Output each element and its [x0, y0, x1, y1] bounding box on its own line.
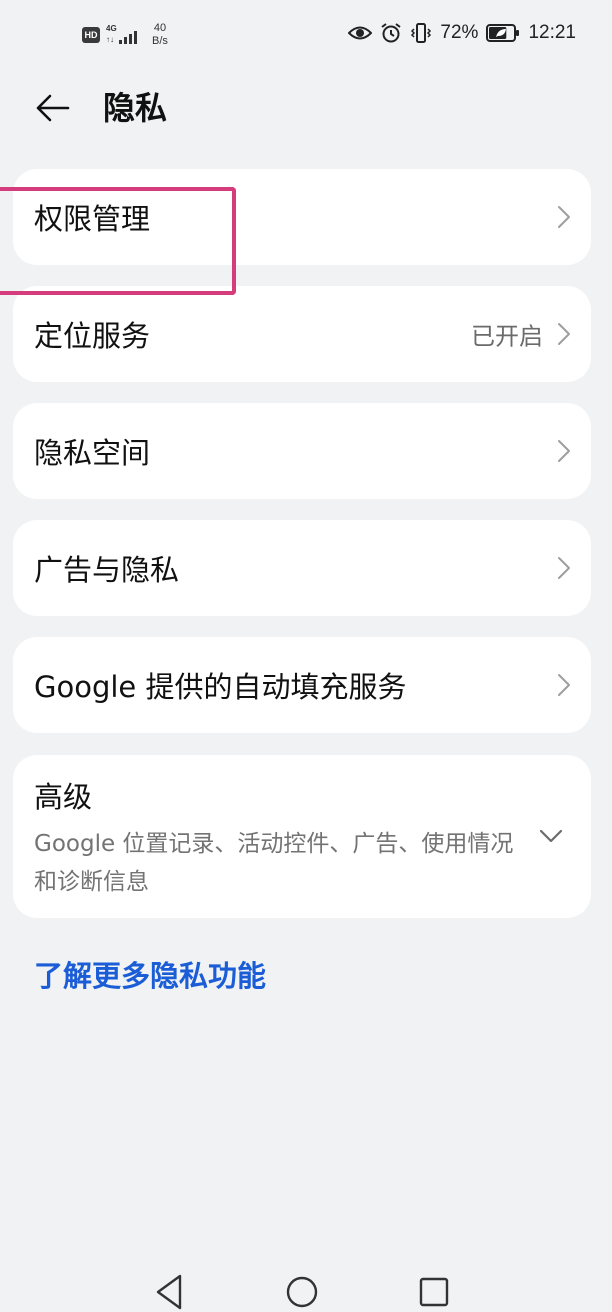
page-title: 隐私 [103, 89, 168, 127]
home-circle-icon[interactable] [282, 1272, 322, 1312]
autofill-label: Google 提供的自动填充服务 [34, 670, 407, 704]
status-bar: HD 4G ↑↓ 40 B/s 72% 12:21 [0, 0, 612, 72]
private-space-label: 隐私空间 [34, 436, 151, 470]
ads-privacy-label: 广告与隐私 [34, 553, 180, 587]
navigation-bar [0, 1262, 612, 1310]
chevron-down-icon [539, 829, 563, 843]
permissions-item[interactable]: 权限管理 [13, 169, 591, 265]
eye-icon [348, 26, 373, 40]
permissions-label: 权限管理 [34, 202, 151, 236]
autofill-item[interactable]: Google 提供的自动填充服务 [13, 637, 591, 733]
chevron-right-icon [558, 440, 570, 462]
signal-bars-icon [119, 31, 137, 44]
chevron-right-icon [558, 323, 570, 345]
alarm-icon [381, 23, 402, 43]
advanced-title: 高级 [34, 780, 93, 814]
back-triangle-icon[interactable] [150, 1272, 190, 1312]
arrow-left-icon [36, 94, 70, 122]
ads-privacy-item[interactable]: 广告与隐私 [13, 520, 591, 616]
header: 隐私 [0, 72, 612, 144]
location-status: 已开启 [471, 322, 543, 351]
status-bar-right: 72% 12:21 [348, 22, 576, 44]
data-arrows-icon: ↑↓ [106, 35, 114, 44]
vibrate-icon [411, 23, 432, 43]
battery-percent: 72% [440, 22, 479, 43]
location-label: 定位服务 [34, 319, 151, 353]
back-button[interactable] [28, 84, 76, 132]
battery-icon [486, 24, 520, 42]
status-bar-left: HD 4G ↑↓ 40 B/s [82, 22, 168, 48]
network-speed-unit: B/s [152, 35, 168, 47]
network-speed-value: 40 [153, 22, 167, 34]
recents-square-icon[interactable] [414, 1272, 454, 1312]
chevron-right-icon [558, 674, 570, 696]
clock: 12:21 [528, 22, 576, 43]
chevron-right-icon [558, 206, 570, 228]
advanced-item[interactable]: 高级 Google 位置记录、活动控件、广告、使用情况和诊断信息 [13, 755, 591, 918]
cellular-signal-icon: 4G ↑↓ [106, 24, 138, 46]
network-type-label: 4G [106, 24, 117, 33]
network-speed: 40 B/s [152, 22, 168, 48]
private-space-item[interactable]: 隐私空间 [13, 403, 591, 499]
location-item[interactable]: 定位服务 已开启 [13, 286, 591, 382]
learn-more-link[interactable]: 了解更多隐私功能 [34, 954, 266, 998]
hd-badge: HD [82, 27, 100, 43]
chevron-right-icon [558, 557, 570, 579]
advanced-description: Google 位置记录、活动控件、广告、使用情况和诊断信息 [34, 831, 514, 895]
